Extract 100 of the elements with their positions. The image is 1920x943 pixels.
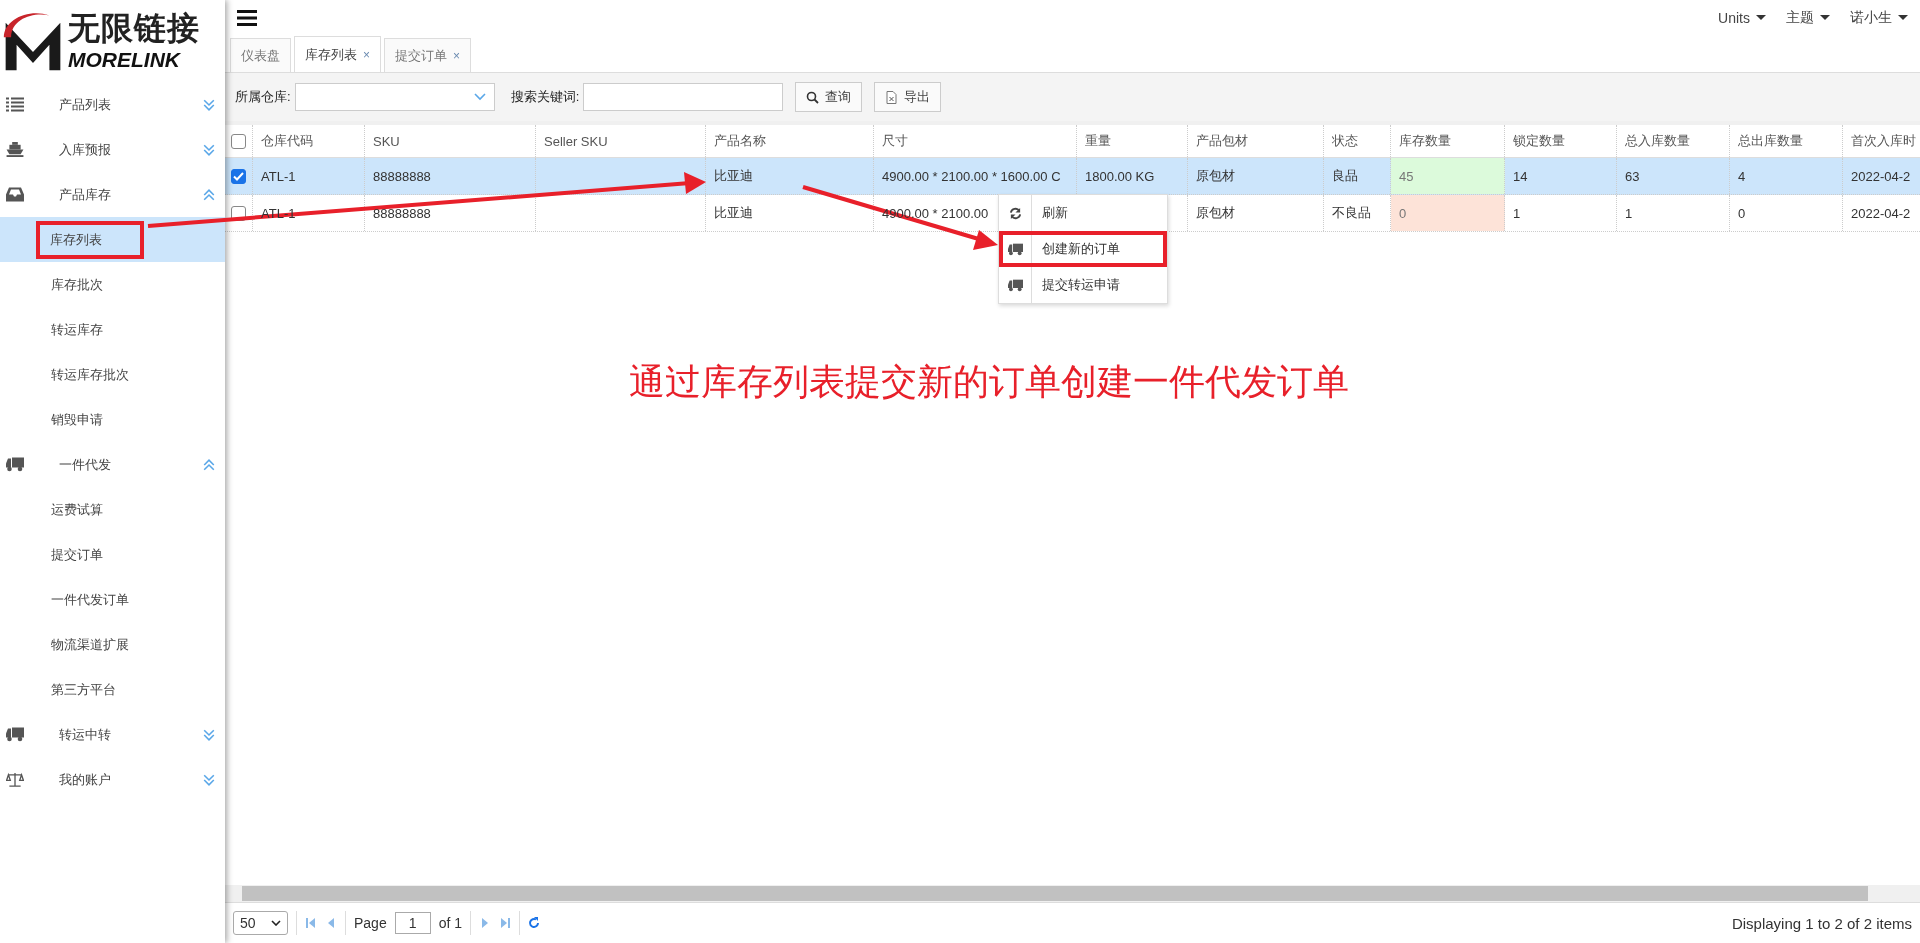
scale-icon bbox=[6, 772, 24, 787]
column-header[interactable]: 重量 bbox=[1077, 125, 1188, 157]
top-menu-item[interactable]: 诺小生 bbox=[1850, 8, 1908, 27]
sidebar-item[interactable]: 一件代发订单 bbox=[0, 577, 225, 622]
column-header[interactable]: 总出库数量 bbox=[1730, 125, 1843, 157]
warehouse-select[interactable] bbox=[294, 83, 495, 111]
tab[interactable]: 库存列表 × bbox=[294, 36, 381, 72]
sidebar-item[interactable]: 运费试算 bbox=[0, 487, 225, 532]
sidebar-item[interactable]: 库存列表 bbox=[0, 217, 225, 262]
chevron-up-icon[interactable] bbox=[203, 188, 215, 201]
sidebar-item-label: 销毁申请 bbox=[51, 410, 103, 429]
sidebar-item-label: 库存批次 bbox=[51, 275, 103, 294]
checkbox[interactable] bbox=[231, 168, 246, 184]
column-header[interactable]: SKU bbox=[365, 125, 536, 157]
column-header[interactable]: 首次入库时 bbox=[1843, 125, 1920, 157]
sidebar-item-label: 运费试算 bbox=[51, 500, 103, 519]
tab[interactable]: 提交订单 × bbox=[384, 38, 472, 72]
annotation-caption: 通过库存列表提交新的订单创建一件代发订单 bbox=[629, 360, 1349, 404]
table-cell: 88888888 bbox=[365, 158, 536, 194]
sidebar-item[interactable]: 库存批次 bbox=[0, 262, 225, 307]
ship-icon bbox=[6, 142, 24, 157]
column-header[interactable]: 库存数量 bbox=[1391, 125, 1505, 157]
keyword-label: 搜索关键词: bbox=[510, 88, 580, 106]
table-cell: 88888888 bbox=[365, 195, 536, 231]
sidebar-item[interactable]: 提交订单 bbox=[0, 532, 225, 577]
chevron-down-icon[interactable] bbox=[203, 143, 215, 156]
close-icon[interactable]: × bbox=[363, 47, 370, 62]
table-cell: 2022-04-2 bbox=[1843, 158, 1920, 194]
column-header[interactable]: 产品名称 bbox=[706, 125, 874, 157]
chevron-down-icon[interactable] bbox=[203, 773, 215, 786]
sidebar-item[interactable]: 物流渠道扩展 bbox=[0, 622, 225, 667]
tab[interactable]: 仪表盘 bbox=[230, 38, 291, 72]
export-button[interactable]: 导出 bbox=[874, 82, 942, 112]
table-cell: 0 bbox=[1391, 195, 1505, 231]
truck-icon bbox=[6, 457, 24, 472]
list-icon bbox=[6, 97, 24, 112]
logo-title: 无限链接 bbox=[68, 9, 200, 47]
column-header[interactable]: 锁定数量 bbox=[1505, 125, 1617, 157]
last-page-icon[interactable] bbox=[499, 917, 512, 929]
sidebar-group[interactable]: 转运中转 bbox=[0, 712, 225, 757]
table-cell: 比亚迪 bbox=[706, 195, 874, 231]
menu-icon[interactable] bbox=[237, 9, 257, 26]
page-count: of 1 bbox=[438, 915, 463, 931]
spreadsheet-icon bbox=[885, 90, 899, 104]
sidebar-item[interactable]: 销毁申请 bbox=[0, 397, 225, 442]
table-cell: ATL-1 bbox=[253, 158, 365, 194]
sidebar-group[interactable]: 我的账户 bbox=[0, 757, 225, 802]
truck-icon bbox=[1007, 278, 1023, 292]
logo-subtitle: MORELINK bbox=[68, 47, 182, 73]
close-icon[interactable]: × bbox=[453, 48, 461, 63]
sidebar-group[interactable]: 一件代发 bbox=[0, 442, 225, 487]
sidebar-group[interactable]: 产品列表 bbox=[0, 82, 225, 127]
truck-icon bbox=[1007, 242, 1023, 256]
column-header[interactable]: 总入库数量 bbox=[1617, 125, 1730, 157]
table-cell: 63 bbox=[1617, 158, 1730, 194]
sidebar-group[interactable]: 产品库存 bbox=[0, 172, 225, 217]
search-icon bbox=[806, 90, 820, 104]
table-cell: 0 bbox=[1730, 195, 1843, 231]
table-cell: 14 bbox=[1505, 158, 1617, 194]
menu-item[interactable]: 提交转运申请 bbox=[999, 267, 1167, 303]
checkbox[interactable] bbox=[231, 133, 246, 149]
search-button[interactable]: 查询 bbox=[795, 82, 863, 112]
table-cell: 2022-04-2 bbox=[1843, 195, 1920, 231]
warehouse-label: 所属仓库: bbox=[235, 88, 291, 106]
refresh-icon bbox=[1007, 206, 1023, 220]
sidebar-item[interactable]: 转运库存 bbox=[0, 307, 225, 352]
sidebar-group[interactable]: 入库预报 bbox=[0, 127, 225, 172]
horizontal-scrollbar[interactable] bbox=[225, 885, 1920, 902]
table-cell: 原包材 bbox=[1188, 158, 1324, 194]
top-menu-item[interactable]: Units bbox=[1718, 8, 1766, 27]
sidebar-item-label: 第三方平台 bbox=[51, 680, 116, 699]
sidebar-item-label: 提交订单 bbox=[51, 545, 103, 564]
column-header[interactable]: Seller SKU bbox=[536, 125, 706, 157]
column-header[interactable]: 状态 bbox=[1324, 125, 1391, 157]
first-page-icon[interactable] bbox=[305, 917, 317, 929]
inbox-icon bbox=[6, 187, 24, 202]
chevron-up-icon[interactable] bbox=[203, 458, 215, 471]
refresh-icon[interactable] bbox=[528, 917, 541, 929]
sidebar-item[interactable]: 第三方平台 bbox=[0, 667, 225, 712]
chevron-down-icon[interactable] bbox=[203, 98, 215, 111]
page-size-select[interactable]: 50 bbox=[233, 911, 288, 935]
table-cell: 45 bbox=[1391, 158, 1505, 194]
sidebar-item-label: 转运库存 bbox=[51, 320, 103, 339]
table-cell: 1 bbox=[1617, 195, 1730, 231]
highlighted-label: 库存列表 bbox=[36, 220, 144, 259]
page-label: Page bbox=[354, 915, 387, 931]
chevron-down-icon[interactable] bbox=[203, 728, 215, 741]
column-header[interactable]: 尺寸 bbox=[874, 125, 1077, 157]
chevron-down-icon bbox=[473, 93, 486, 101]
sidebar-item[interactable]: 转运库存批次 bbox=[0, 352, 225, 397]
menu-item[interactable]: 创建新的订单 bbox=[999, 231, 1167, 267]
keyword-input[interactable] bbox=[583, 83, 784, 111]
pager-summary: Displaying 1 to 2 of 2 items bbox=[1731, 914, 1912, 932]
column-header[interactable]: 产品包材 bbox=[1188, 125, 1324, 157]
column-header[interactable]: 仓库代码 bbox=[253, 125, 365, 157]
sidebar-item-label: 物流渠道扩展 bbox=[51, 635, 129, 654]
table-cell: 4 bbox=[1730, 158, 1843, 194]
table-cell: 1 bbox=[1505, 195, 1617, 231]
page-input[interactable]: 1 bbox=[394, 912, 431, 934]
top-menu-item[interactable]: 主题 bbox=[1786, 8, 1830, 27]
